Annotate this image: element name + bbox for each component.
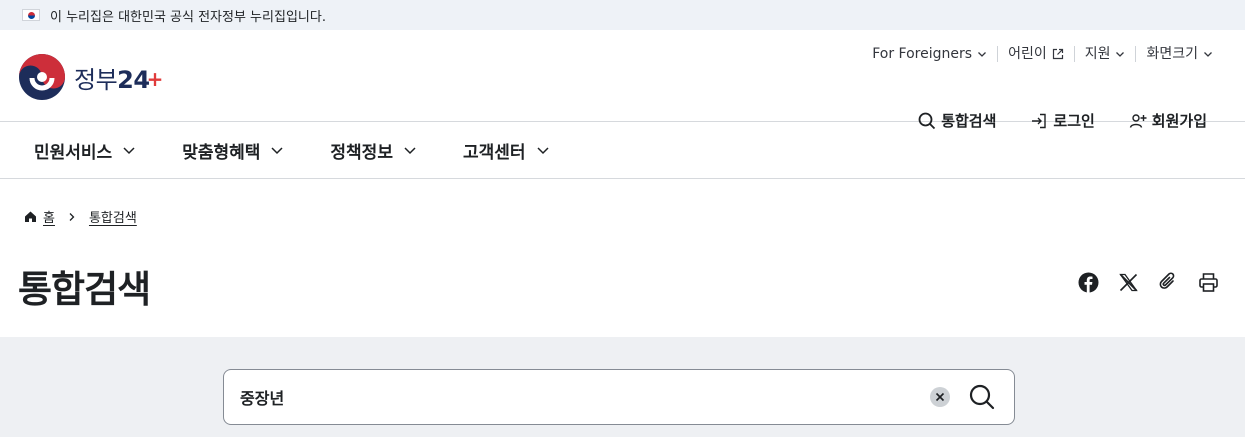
gnb-custom-benefits[interactable]: 맞춤형혜택 [182, 138, 284, 163]
breadcrumb: 홈 통합검색 [24, 207, 137, 226]
chevron-right-icon [69, 212, 75, 221]
search-icon [918, 112, 936, 129]
search-section [0, 337, 1245, 437]
page-title: 통합검색 [18, 268, 151, 311]
print-button[interactable] [1197, 271, 1219, 293]
korea-flag-icon [22, 9, 40, 21]
share-tools [1077, 271, 1219, 293]
util-foreigners[interactable]: For Foreigners [862, 46, 997, 62]
x-icon [1118, 273, 1138, 291]
chevron-down-icon [1204, 52, 1212, 57]
paperclip-icon [1159, 271, 1174, 289]
x-share-button[interactable] [1117, 271, 1139, 293]
official-notice-text: 이 누리집은 대한민국 공식 전자정부 누리집입니다. [50, 9, 326, 25]
auth-menu: 통합검색 로그인 회원가입 [918, 110, 1207, 131]
print-icon [1198, 272, 1218, 292]
taeguk-logo-icon [19, 54, 65, 100]
search-submit-button[interactable] [968, 383, 996, 411]
official-notice-bar: 이 누리집은 대한민국 공식 전자정부 누리집입니다. [0, 0, 1245, 30]
chevron-down-icon [978, 52, 987, 57]
facebook-icon [1078, 272, 1098, 292]
copy-link-button[interactable] [1157, 271, 1179, 293]
chevron-down-icon [1116, 52, 1125, 57]
chevron-down-icon [537, 147, 549, 155]
integrated-search-link[interactable]: 통합검색 [918, 110, 996, 131]
clear-search-button[interactable] [930, 387, 950, 407]
chevron-down-icon [271, 147, 283, 155]
close-icon [935, 392, 945, 402]
add-user-icon [1129, 113, 1147, 128]
util-font-size[interactable]: 화면크기 [1135, 46, 1213, 62]
gnb-customer-center[interactable]: 고객센터 [463, 138, 550, 163]
login-link[interactable]: 로그인 [1030, 110, 1095, 131]
util-support[interactable]: 지원 [1073, 46, 1136, 62]
breadcrumb-home[interactable]: 홈 [43, 207, 55, 226]
external-link-icon [1052, 48, 1063, 60]
search-input[interactable] [224, 387, 930, 407]
home-icon [25, 211, 36, 222]
gnb-civil-services[interactable]: 민원서비스 [34, 138, 136, 163]
signup-link[interactable]: 회원가입 [1129, 110, 1207, 131]
facebook-share-button[interactable] [1077, 271, 1099, 293]
logo-text: 정부24+ [74, 65, 163, 94]
breadcrumb-current[interactable]: 통합검색 [89, 207, 137, 226]
chevron-down-icon [123, 147, 135, 155]
util-kids[interactable]: 어린이 [997, 46, 1074, 62]
search-box [223, 369, 1015, 425]
page-header: 홈 통합검색 통합검색 [0, 179, 1245, 336]
chevron-down-icon [404, 147, 416, 155]
site-header: 정부24+ For Foreigners 어린이 지원 화면크기 통합검색 로그… [0, 30, 1245, 130]
utility-menu: For Foreigners 어린이 지원 화면크기 [862, 46, 1213, 62]
login-icon [1032, 113, 1047, 128]
gnb-policy-info[interactable]: 정책정보 [330, 138, 417, 163]
gov24-logo[interactable]: 정부24+ [18, 53, 163, 101]
